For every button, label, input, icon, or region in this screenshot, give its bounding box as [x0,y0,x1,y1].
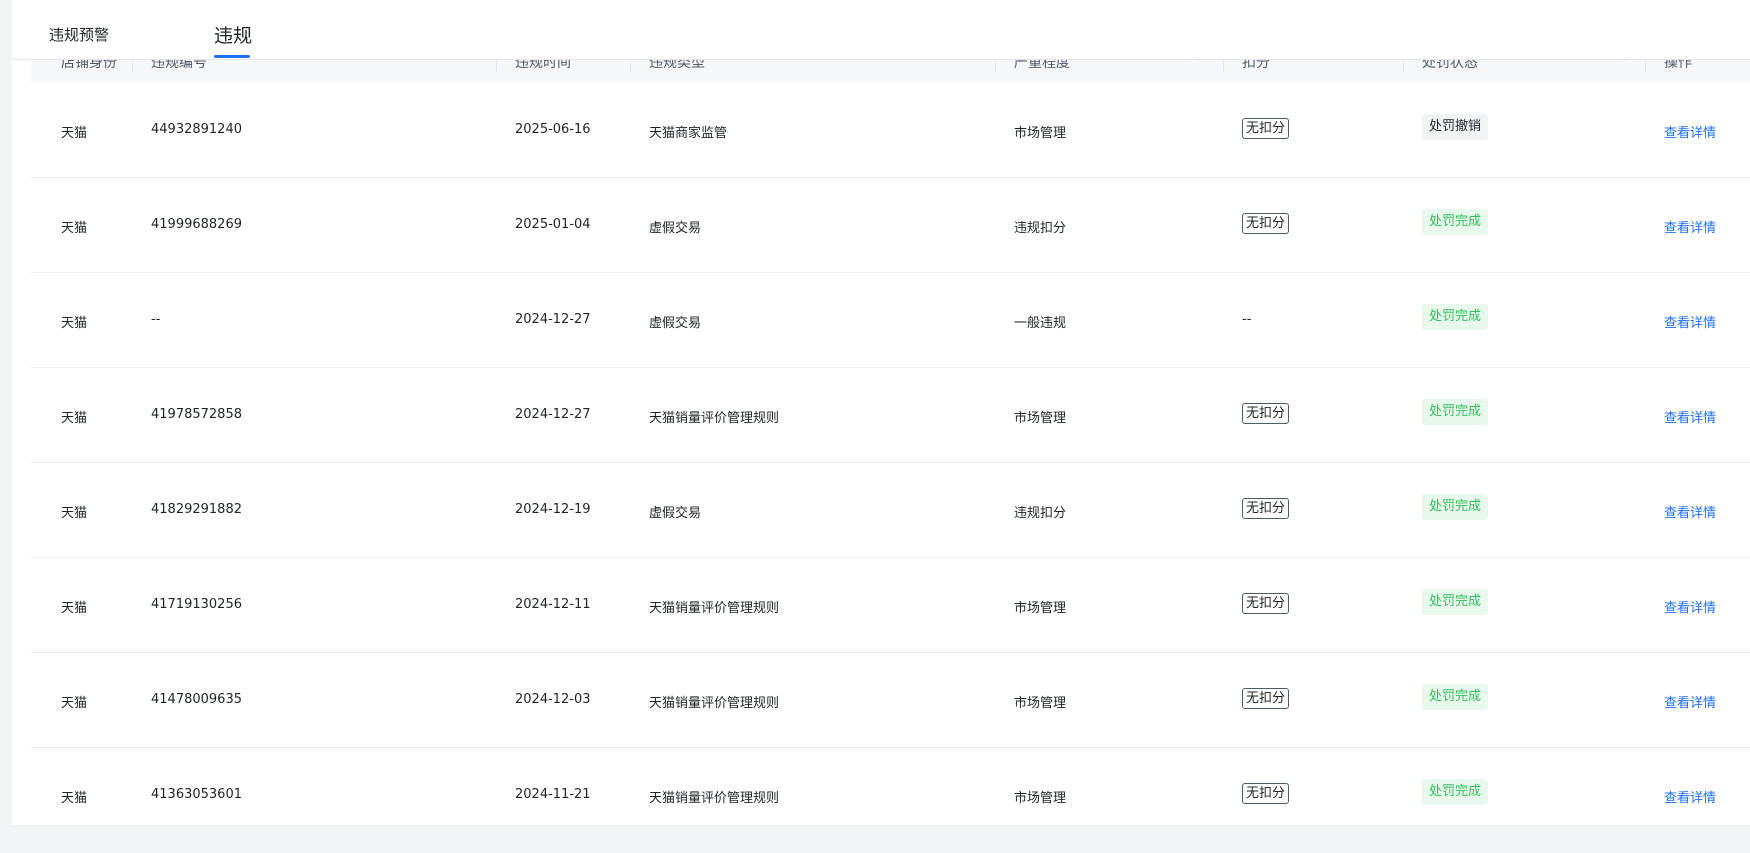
table-row: 天猫 41363053601 2024-11-21 天猫销量评价管理规则 市场管理 无扣分… [31,747,1750,825]
shop-identity: 天猫 [61,601,88,616]
deduction-tag: 无扣分 [1242,593,1290,614]
view-details-link[interactable]: 查看详情 [1664,692,1716,711]
table-row: 天猫 41719130256 2024-12-11 天猫销量评价管理规则 市场管理 无扣分… [31,557,1750,653]
violation-id: 41363053601 [151,787,242,802]
violation-type: 虚假交易 [649,506,702,521]
status-badge: 处罚撤销 [1422,114,1489,140]
table-row: 天猫 44932891240 2025-06-16 天猫商家监管 市场管理 无扣分 处罚撤销… [31,82,1750,178]
page-background [0,825,1750,853]
violation-date: 2024-12-27 [515,407,591,422]
violation-id: 41478009635 [151,692,242,707]
table-row: 天猫 41999688269 2025-01-04 虚假交易 违规扣分 无扣分 处罚完成 查看… [31,177,1750,273]
violation-date: 2024-12-11 [515,597,591,612]
deduction-tag: 无扣分 [1242,403,1290,424]
severity: 违规扣分 [1014,506,1067,521]
status-badge: 处罚完成 [1422,779,1489,805]
violation-id: 41978572858 [151,407,242,422]
violation-date: 2024-11-21 [515,787,591,802]
deduction-tag: 无扣分 [1242,498,1290,519]
severity: 市场管理 [1014,601,1067,616]
view-details-link[interactable]: 查看详情 [1664,407,1716,426]
severity: 市场管理 [1014,696,1067,711]
violation-type: 天猫销量评价管理规则 [649,791,780,806]
view-details-link[interactable]: 查看详情 [1664,787,1716,806]
shop-identity: 天猫 [61,411,88,426]
view-details-link[interactable]: 查看详情 [1664,312,1716,331]
status-badge: 处罚完成 [1422,304,1489,330]
severity: 一般违规 [1014,316,1067,331]
status-badge: 处罚完成 [1422,209,1489,235]
status-badge: 处罚完成 [1422,494,1489,520]
severity: 市场管理 [1014,126,1067,141]
status-badge: 处罚完成 [1422,399,1489,425]
violation-date: 2025-06-16 [515,122,591,137]
shop-identity: 天猫 [61,506,88,521]
deduction-score: -- [1242,312,1252,327]
severity: 市场管理 [1014,411,1067,426]
violation-id: 41719130256 [151,597,242,612]
violation-type: 天猫销量评价管理规则 [649,696,780,711]
severity: 违规扣分 [1014,221,1067,236]
violations-card: 店铺身份 违规编号 违规时间 违规类型 严重程度 扣分 处罚状态 操作 违规预警… [12,0,1750,825]
violation-date: 2024-12-19 [515,502,591,517]
violation-type: 天猫销量评价管理规则 [649,601,780,616]
table-row: 天猫 41829291882 2024-12-19 虚假交易 违规扣分 无扣分 处罚完成 查看… [31,462,1750,558]
table-row: 天猫 -- 2024-12-27 虚假交易 一般违规 -- 处罚完成 查看详情 [31,272,1750,368]
deduction-tag: 无扣分 [1242,688,1290,709]
table-row: 天猫 41478009635 2024-12-03 天猫销量评价管理规则 市场管理 无扣分… [31,652,1750,748]
table-row: 天猫 41978572858 2024-12-27 天猫销量评价管理规则 市场管理 无扣分… [31,367,1750,463]
deduction-tag: 无扣分 [1242,783,1290,804]
violation-id: 44932891240 [151,122,242,137]
shop-identity: 天猫 [61,791,88,806]
view-details-link[interactable]: 查看详情 [1664,502,1716,521]
violation-id: 41999688269 [151,217,242,232]
active-tab-indicator [214,55,250,58]
shop-identity: 天猫 [61,696,88,711]
deduction-tag: 无扣分 [1242,213,1290,234]
view-details-link[interactable]: 查看详情 [1664,122,1716,141]
violation-type: 天猫商家监管 [649,126,728,141]
shop-identity: 天猫 [61,316,88,331]
violation-date: 2024-12-27 [515,312,591,327]
deduction-tag: 无扣分 [1242,118,1290,139]
violation-date: 2024-12-03 [515,692,591,707]
violation-id: 41829291882 [151,502,242,517]
violation-type: 虚假交易 [649,221,702,236]
violation-type: 天猫销量评价管理规则 [649,411,780,426]
shop-identity: 天猫 [61,126,88,141]
status-badge: 处罚完成 [1422,684,1489,710]
severity: 市场管理 [1014,791,1067,806]
status-badge: 处罚完成 [1422,589,1489,615]
tab-violation-warning[interactable]: 违规预警 [49,24,109,45]
view-details-link[interactable]: 查看详情 [1664,597,1716,616]
tab-violation[interactable]: 违规 [214,21,252,48]
shop-identity: 天猫 [61,221,88,236]
violation-date: 2025-01-04 [515,217,591,232]
violation-type: 虚假交易 [649,316,702,331]
view-details-link[interactable]: 查看详情 [1664,217,1716,236]
tab-bar: 违规预警 违规 [12,0,1750,60]
violation-id: -- [151,312,161,327]
